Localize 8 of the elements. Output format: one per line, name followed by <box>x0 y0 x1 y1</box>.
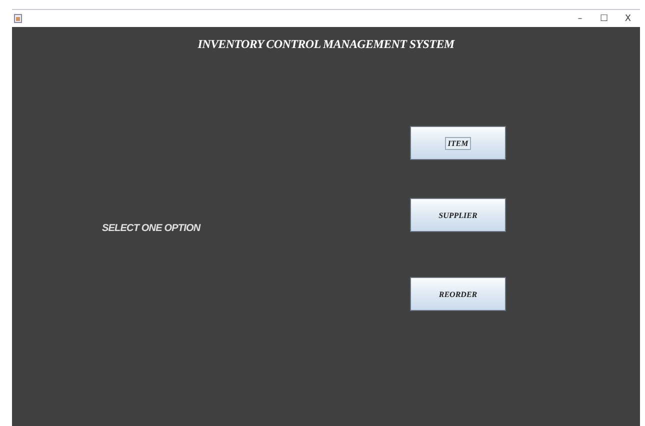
maximize-button[interactable]: ☐ <box>594 14 614 24</box>
option-button[interactable]: ITEM <box>410 126 506 160</box>
option-button[interactable]: SUPPLIER <box>410 198 506 232</box>
minimize-button[interactable]: – <box>570 14 590 24</box>
option-button[interactable]: REORDER <box>410 277 506 311</box>
close-button[interactable]: X <box>618 14 638 24</box>
window-title: INVENTORY CONTROL MANAGEMENT SYSTEM <box>198 37 454 52</box>
prompt-label: SELECT ONE OPTION <box>102 223 202 234</box>
